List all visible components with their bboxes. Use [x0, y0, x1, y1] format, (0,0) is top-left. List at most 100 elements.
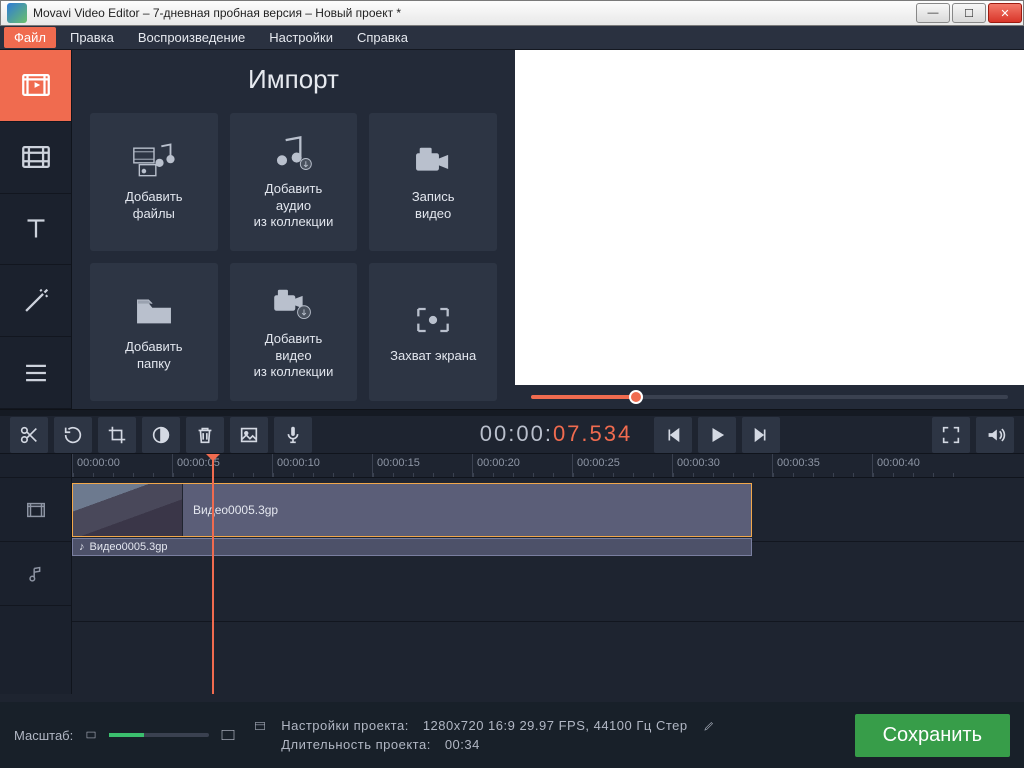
menu-icon — [19, 356, 53, 390]
card-label: Добавитьвидеоиз коллекции — [248, 331, 340, 382]
timecode-current: 07.534 — [553, 421, 632, 446]
window-close-button[interactable]: ✕ — [988, 3, 1022, 23]
crop-button[interactable] — [98, 417, 136, 453]
menu-settings[interactable]: Настройки — [259, 27, 343, 48]
save-button[interactable]: Сохранить — [855, 714, 1010, 757]
timecode: 00:00:07.534 — [480, 421, 632, 448]
image-icon — [238, 424, 260, 446]
window-title: Movavi Video Editor – 7-дневная пробная … — [33, 6, 915, 20]
seek-fill — [531, 395, 636, 399]
text-icon — [19, 212, 53, 246]
menu-playback[interactable]: Воспроизведение — [128, 27, 255, 48]
import-panel: Импорт Добавитьфайлы Добавитьаудиоиз кол… — [72, 50, 515, 409]
clip-thumbnail — [73, 484, 183, 536]
card-label: Добавитьфайлы — [119, 189, 188, 223]
sidebar-effects-tab[interactable] — [0, 265, 71, 337]
window-maximize-button[interactable]: ☐ — [952, 3, 986, 23]
trash-icon — [194, 424, 216, 446]
ruler-tick: 00:00:10 — [272, 454, 372, 477]
statusbar: Масштаб: Настройки проекта: 1280x720 16:… — [0, 702, 1024, 768]
zoom-in-icon[interactable] — [219, 727, 237, 743]
import-add-audio-collection[interactable]: Добавитьаудиоиз коллекции — [230, 113, 358, 251]
ruler-tick: 00:00:40 — [872, 454, 972, 477]
menu-edit[interactable]: Правка — [60, 27, 124, 48]
zoom-out-icon[interactable] — [83, 728, 99, 742]
window-minimize-button[interactable]: — — [916, 3, 950, 23]
mic-button[interactable] — [274, 417, 312, 453]
play-button[interactable] — [698, 417, 736, 453]
zoom-label: Масштаб: — [14, 728, 73, 743]
delete-button[interactable] — [186, 417, 224, 453]
volume-icon — [984, 424, 1006, 446]
scissors-icon — [18, 424, 40, 446]
camcorder-icon — [411, 141, 455, 181]
preview-canvas[interactable] — [515, 50, 1024, 385]
zoom-group: Масштаб: — [14, 727, 237, 743]
timeline-area: 00:00:00 00:00:05 00:00:10 00:00:15 00:0… — [0, 454, 1024, 694]
preview-area — [515, 50, 1024, 409]
card-label: Добавитьпапку — [119, 339, 188, 373]
crop-icon — [106, 424, 128, 446]
film-icon — [25, 499, 47, 521]
card-label: Записьвидео — [406, 189, 461, 223]
import-record-video[interactable]: Записьвидео — [369, 113, 497, 251]
edit-toolbar: 00:00:07.534 — [0, 410, 1024, 454]
pencil-icon[interactable] — [702, 719, 716, 733]
rotate-icon — [62, 424, 84, 446]
sidebar-filters-tab[interactable] — [0, 122, 71, 194]
clip-label: Видео0005.3gp — [193, 503, 278, 517]
sidebar-media-tab[interactable] — [0, 50, 71, 122]
prev-button[interactable] — [654, 417, 692, 453]
duration-label: Длительность проекта: — [281, 737, 431, 752]
zoom-slider[interactable] — [109, 733, 209, 737]
menu-help[interactable]: Справка — [347, 27, 418, 48]
import-add-video-collection[interactable]: Добавитьвидеоиз коллекции — [230, 263, 358, 401]
track-body[interactable]: 00:00:00 00:00:05 00:00:10 00:00:15 00:0… — [72, 454, 1024, 694]
media-icon — [19, 68, 53, 102]
note-icon — [25, 563, 47, 585]
next-button[interactable] — [742, 417, 780, 453]
camcorder-download-icon — [271, 283, 315, 323]
tracks: Видео0005.3gp ♪ Видео0005.3gp — [72, 478, 1024, 694]
import-add-files[interactable]: Добавитьфайлы — [90, 113, 218, 251]
rotate-button[interactable] — [54, 417, 92, 453]
sidebar-titles-tab[interactable] — [0, 194, 71, 266]
import-screen-capture[interactable]: Захват экрана — [369, 263, 497, 401]
import-grid: Добавитьфайлы Добавитьаудиоиз коллекции … — [72, 103, 515, 411]
fullscreen-icon — [940, 424, 962, 446]
image-button[interactable] — [230, 417, 268, 453]
microphone-icon — [282, 424, 304, 446]
menubar: Файл Правка Воспроизведение Настройки Сп… — [0, 26, 1024, 50]
sidebar-more-tab[interactable] — [0, 337, 71, 409]
app-icon — [7, 3, 27, 23]
audio-track[interactable] — [72, 542, 1024, 622]
menu-file[interactable]: Файл — [4, 27, 56, 48]
film-music-icon — [132, 141, 176, 181]
timecode-fixed: 00:00: — [480, 421, 553, 446]
video-track[interactable]: Видео0005.3gp ♪ Видео0005.3gp — [72, 478, 1024, 542]
main-row: Импорт Добавитьфайлы Добавитьаудиоиз кол… — [0, 50, 1024, 410]
import-add-folder[interactable]: Добавитьпапку — [90, 263, 218, 401]
color-button[interactable] — [142, 417, 180, 453]
window-titlebar: Movavi Video Editor – 7-дневная пробная … — [0, 0, 1024, 26]
magic-wand-icon — [19, 284, 53, 318]
card-label: Захват экрана — [384, 348, 482, 365]
volume-button[interactable] — [976, 417, 1014, 453]
clip-icon — [19, 140, 53, 174]
playhead[interactable] — [212, 454, 214, 694]
ruler-tick: 00:00:05 — [172, 454, 272, 477]
import-title: Импорт — [72, 50, 515, 103]
video-track-label[interactable] — [0, 478, 71, 542]
fullscreen-button[interactable] — [932, 417, 970, 453]
seek-knob[interactable] — [629, 390, 643, 404]
contrast-icon — [150, 424, 172, 446]
card-label: Добавитьаудиоиз коллекции — [248, 181, 340, 232]
cut-button[interactable] — [10, 417, 48, 453]
skip-forward-icon — [750, 424, 772, 446]
duration-value: 00:34 — [445, 737, 480, 752]
settings-value: 1280x720 16:9 29.97 FPS, 44100 Гц Стер — [423, 718, 688, 733]
play-icon — [706, 424, 728, 446]
video-clip[interactable]: Видео0005.3gp — [72, 483, 752, 537]
seek-bar[interactable] — [515, 385, 1024, 409]
audio-track-label[interactable] — [0, 542, 71, 606]
